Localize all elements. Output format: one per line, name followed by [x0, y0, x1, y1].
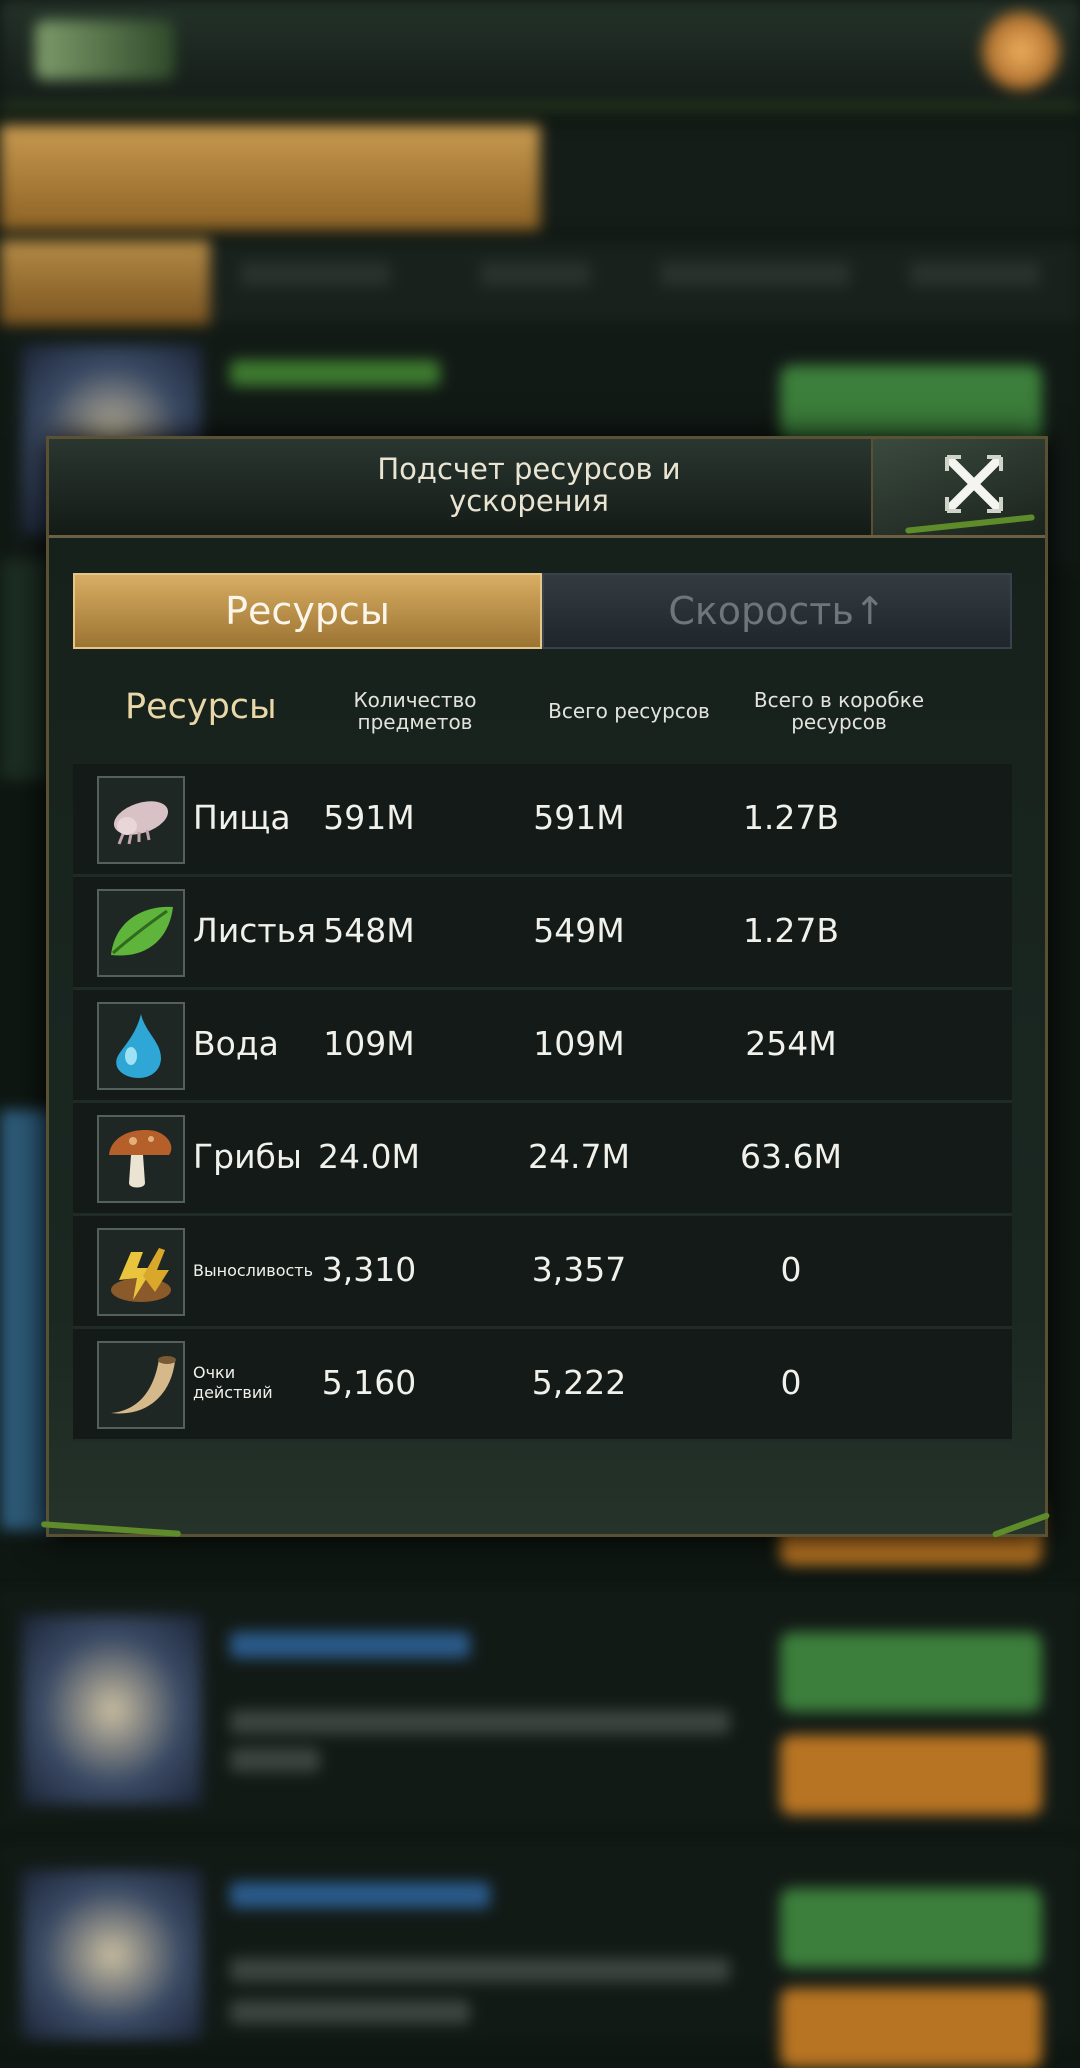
column-header-resource: Ресурсы [125, 687, 277, 727]
dialog-title: Подсчет ресурсов и ускорения [249, 453, 809, 517]
item-count: 591M [323, 798, 415, 837]
mushroom-icon [97, 1115, 185, 1203]
resource-row-action-points: Очки действий 5,160 5,222 0 [73, 1329, 1012, 1442]
bg-coin-icon [982, 12, 1060, 90]
resource-row-water: Вода 109M 109M 254M [73, 990, 1012, 1103]
box-total: 254M [745, 1024, 837, 1063]
horn-icon [97, 1341, 185, 1429]
box-total: 0 [780, 1250, 802, 1289]
dialog-header: Подсчет ресурсов и ускорения [49, 439, 1045, 538]
resource-name: Вода [193, 1024, 279, 1063]
resource-row-food: Пища 591M 591M 1.27B [73, 764, 1012, 877]
water-drop-icon [97, 1002, 185, 1090]
box-total: 1.27B [742, 798, 840, 837]
tab-speed[interactable]: Скорость↑ [542, 573, 1012, 649]
column-header-item-count: Количество предметов [353, 688, 477, 734]
box-total: 63.6M [740, 1137, 842, 1176]
food-icon [97, 776, 185, 864]
item-count: 5,160 [321, 1363, 417, 1402]
bg-subtab-active [0, 240, 210, 325]
close-icon [945, 455, 1003, 513]
column-header-total: Всего ресурсов [548, 699, 710, 723]
dialog-title-line2: ускорения [449, 484, 609, 518]
resource-row-stamina: Выносливость 3,310 3,357 0 [73, 1216, 1012, 1329]
leaf-icon [97, 889, 185, 977]
item-count: 548M [323, 911, 415, 950]
total-resources: 3,357 [531, 1250, 627, 1289]
resource-row-mushrooms: Грибы 24.0M 24.7M 63.6M [73, 1103, 1012, 1216]
resource-row-leaves: Листья 548M 549M 1.27B [73, 877, 1012, 990]
stamina-icon [97, 1228, 185, 1316]
item-count: 3,310 [321, 1250, 417, 1289]
bg-back-button [35, 20, 175, 80]
total-resources: 109M [533, 1024, 625, 1063]
vine-decoration [40, 1521, 182, 1537]
bg-tab-active [0, 125, 540, 230]
box-total: 0 [780, 1363, 802, 1402]
resource-name: Очки действий [193, 1363, 273, 1402]
dialog-title-line1: Подсчет ресурсов и [377, 452, 681, 486]
total-resources: 549M [533, 911, 625, 950]
item-count: 109M [323, 1024, 415, 1063]
item-count: 24.0M [318, 1137, 420, 1176]
vine-decoration [991, 1511, 1051, 1539]
column-header-box-total: Всего в коробке ресурсов [753, 688, 925, 734]
resource-summary-dialog: Подсчет ресурсов и ускорения Ресурсы Ско… [40, 436, 1051, 1539]
total-resources: 591M [533, 798, 625, 837]
total-resources: 5,222 [531, 1363, 627, 1402]
tab-resources[interactable]: Ресурсы [73, 573, 542, 649]
total-resources: 24.7M [528, 1137, 630, 1176]
box-total: 1.27B [742, 911, 840, 950]
